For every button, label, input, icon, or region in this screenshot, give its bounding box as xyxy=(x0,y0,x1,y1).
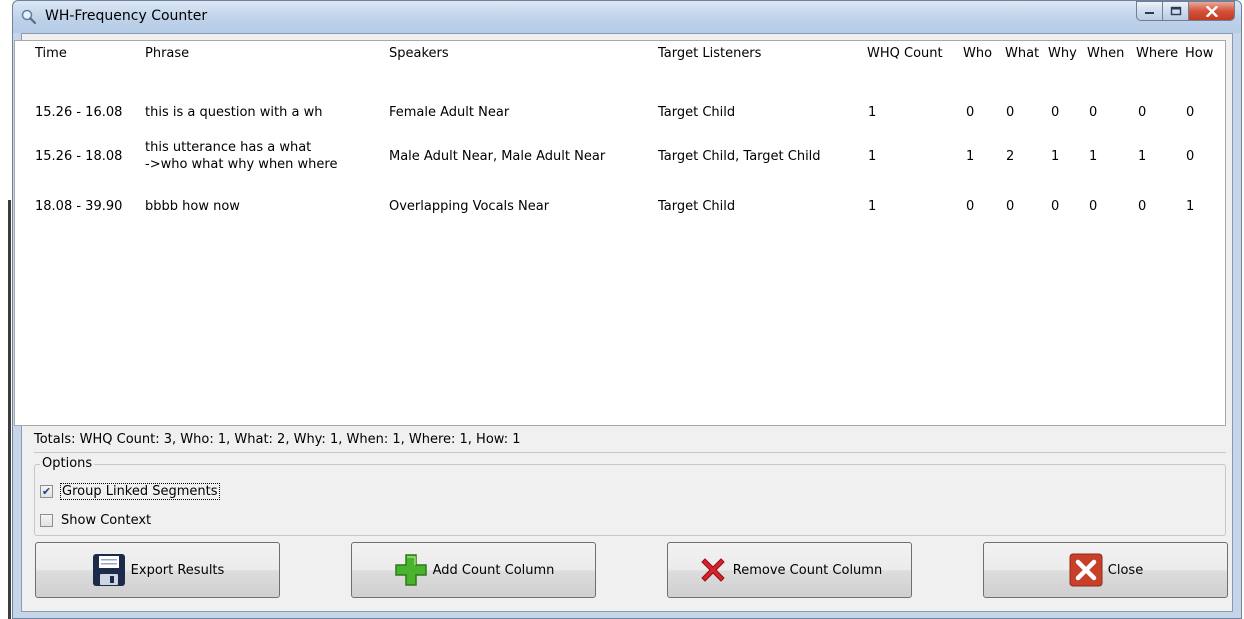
cell-phrase: this utterance has a what ->who what why… xyxy=(145,139,337,173)
minimize-button[interactable] xyxy=(1136,1,1163,21)
cell-how: 1 xyxy=(1186,199,1195,214)
cell-time: 15.26 - 18.08 xyxy=(35,149,123,164)
cell-why: 0 xyxy=(1051,199,1060,214)
header-how[interactable]: How xyxy=(1185,46,1213,61)
add-count-column-label: Add Count Column xyxy=(432,562,555,578)
export-results-label: Export Results xyxy=(130,562,225,578)
cell-why: 0 xyxy=(1051,105,1060,120)
show-context-label[interactable]: Show Context xyxy=(61,513,151,528)
cell-when: 1 xyxy=(1089,149,1098,164)
cell-target-listeners: Target Child xyxy=(658,105,736,120)
cell-whq-count: 1 xyxy=(868,199,877,214)
header-who[interactable]: Who xyxy=(963,46,992,61)
green-plus-icon xyxy=(394,554,427,586)
cell-when: 0 xyxy=(1089,105,1098,120)
cell-where: 0 xyxy=(1138,199,1147,214)
title-bar[interactable]: WH-Frequency Counter xyxy=(13,1,1241,33)
options-legend: Options xyxy=(40,456,95,471)
maximize-button[interactable] xyxy=(1163,1,1189,21)
maximize-icon xyxy=(1170,6,1181,16)
cell-whq-count: 1 xyxy=(868,149,877,164)
cell-phrase-line: ->who what why when where xyxy=(145,157,338,172)
cell-where: 1 xyxy=(1138,149,1147,164)
caption-buttons xyxy=(1136,1,1235,21)
cell-who: 1 xyxy=(966,149,975,164)
cell-phrase: this is a question with a wh xyxy=(145,105,323,120)
cell-where: 0 xyxy=(1138,105,1147,120)
cell-when: 0 xyxy=(1089,199,1098,214)
cell-how: 0 xyxy=(1186,149,1195,164)
remove-count-column-button[interactable]: Remove Count Column xyxy=(667,542,912,598)
checkbox-checked-icon[interactable]: ✔ xyxy=(40,485,53,498)
totals-text: Totals: WHQ Count: 3, Who: 1, What: 2, W… xyxy=(34,428,1226,453)
group-linked-segments-label[interactable]: Group Linked Segments xyxy=(60,483,220,500)
options-groupbox xyxy=(34,464,1226,536)
header-whq-count[interactable]: WHQ Count xyxy=(867,46,943,61)
header-what[interactable]: What xyxy=(1005,46,1039,61)
cell-target-listeners: Target Child xyxy=(658,199,736,214)
red-x-icon xyxy=(701,558,725,582)
header-phrase[interactable]: Phrase xyxy=(145,46,189,61)
checkbox-unchecked-icon[interactable] xyxy=(40,514,53,527)
cell-speakers: Overlapping Vocals Near xyxy=(389,199,550,214)
header-when[interactable]: When xyxy=(1087,46,1124,61)
cell-why: 1 xyxy=(1051,149,1060,164)
floppy-disk-icon xyxy=(92,554,125,586)
background-edge xyxy=(0,0,12,619)
cell-what: 2 xyxy=(1006,149,1015,164)
header-speakers[interactable]: Speakers xyxy=(389,46,449,61)
cell-who: 0 xyxy=(966,199,975,214)
remove-count-column-label: Remove Count Column xyxy=(732,562,883,578)
cell-whq-count: 1 xyxy=(868,105,877,120)
cell-who: 0 xyxy=(966,105,975,120)
cell-time: 18.08 - 39.90 xyxy=(35,199,123,214)
results-table[interactable]: Time Phrase Speakers Target Listeners WH… xyxy=(14,40,1226,426)
group-linked-segments-checkbox[interactable]: ✔ Group Linked Segments xyxy=(40,483,220,500)
cell-phrase: bbbb how now xyxy=(145,199,240,214)
add-count-column-button[interactable]: Add Count Column xyxy=(351,542,596,598)
minimize-icon xyxy=(1145,12,1154,14)
cell-how: 0 xyxy=(1186,105,1195,120)
cell-what: 0 xyxy=(1006,105,1015,120)
close-button[interactable]: Close xyxy=(983,542,1228,598)
cell-speakers: Male Adult Near, Male Adult Near xyxy=(389,149,606,164)
cell-time: 15.26 - 16.08 xyxy=(35,105,123,120)
header-where[interactable]: Where xyxy=(1136,46,1178,61)
close-window-button[interactable] xyxy=(1189,1,1235,21)
cell-target-listeners: Target Child, Target Child xyxy=(658,149,821,164)
magnifier-icon xyxy=(21,9,37,25)
close-x-icon xyxy=(1069,553,1103,587)
cell-phrase-line: this utterance has a what xyxy=(145,140,312,155)
show-context-checkbox[interactable]: Show Context xyxy=(40,513,151,528)
header-time[interactable]: Time xyxy=(35,46,67,61)
header-target-listeners[interactable]: Target Listeners xyxy=(658,46,761,61)
close-icon xyxy=(1205,5,1218,17)
cell-speakers: Female Adult Near xyxy=(389,105,510,120)
export-results-button[interactable]: Export Results xyxy=(35,542,280,598)
close-label: Close xyxy=(1107,562,1144,578)
table-header: Time Phrase Speakers Target Listeners WH… xyxy=(15,41,1225,65)
window-title: WH-Frequency Counter xyxy=(45,8,208,24)
header-why[interactable]: Why xyxy=(1048,46,1077,61)
cell-what: 0 xyxy=(1006,199,1015,214)
